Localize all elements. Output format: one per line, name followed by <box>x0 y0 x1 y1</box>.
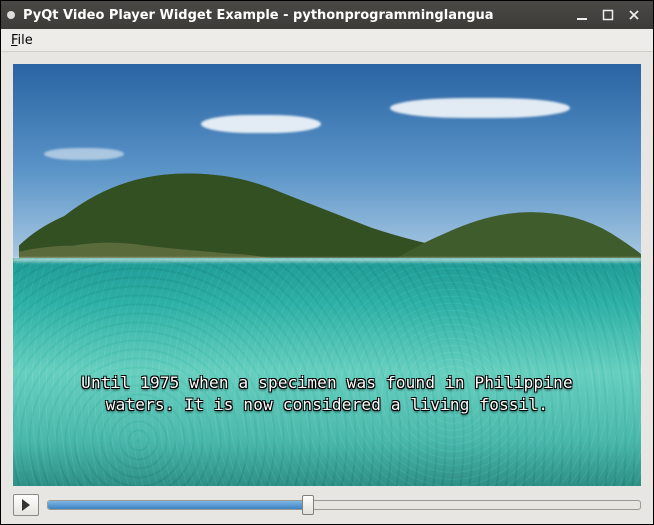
menu-file[interactable]: File <box>5 32 39 49</box>
maximize-icon <box>602 9 614 21</box>
video-frame: Until 1975 when a specimen was found in … <box>13 64 641 486</box>
slider-fill <box>48 501 308 509</box>
scene-cloud <box>390 98 570 118</box>
controls-bar <box>13 494 641 516</box>
window-title: PyQt Video Player Widget Example - pytho… <box>23 8 569 23</box>
window-controls <box>569 5 647 25</box>
menu-bar: File <box>1 29 653 52</box>
minimize-button[interactable] <box>569 5 595 25</box>
minimize-icon <box>576 9 588 21</box>
scene-cloud <box>201 115 321 133</box>
close-button[interactable] <box>621 5 647 25</box>
menu-file-rest: ile <box>18 33 33 48</box>
title-bar[interactable]: PyQt Video Player Widget Example - pytho… <box>1 1 653 29</box>
video-widget[interactable]: Until 1975 when a specimen was found in … <box>13 64 641 486</box>
subtitle-text: Until 1975 when a specimen was found in … <box>81 372 573 416</box>
maximize-button[interactable] <box>595 5 621 25</box>
scene-shore-foam <box>13 258 641 264</box>
position-slider[interactable] <box>47 495 641 515</box>
client-area: Until 1975 when a specimen was found in … <box>1 52 653 524</box>
subtitle-line-2: waters. It is now considered a living fo… <box>106 395 548 414</box>
app-window: PyQt Video Player Widget Example - pytho… <box>0 0 654 525</box>
play-icon <box>21 499 31 511</box>
slider-thumb[interactable] <box>302 495 314 515</box>
slider-track <box>47 500 641 510</box>
titlebar-status-dot <box>7 11 15 19</box>
close-icon <box>628 9 640 21</box>
play-button[interactable] <box>13 494 39 516</box>
subtitle-line-1: Until 1975 when a specimen was found in … <box>81 373 573 392</box>
